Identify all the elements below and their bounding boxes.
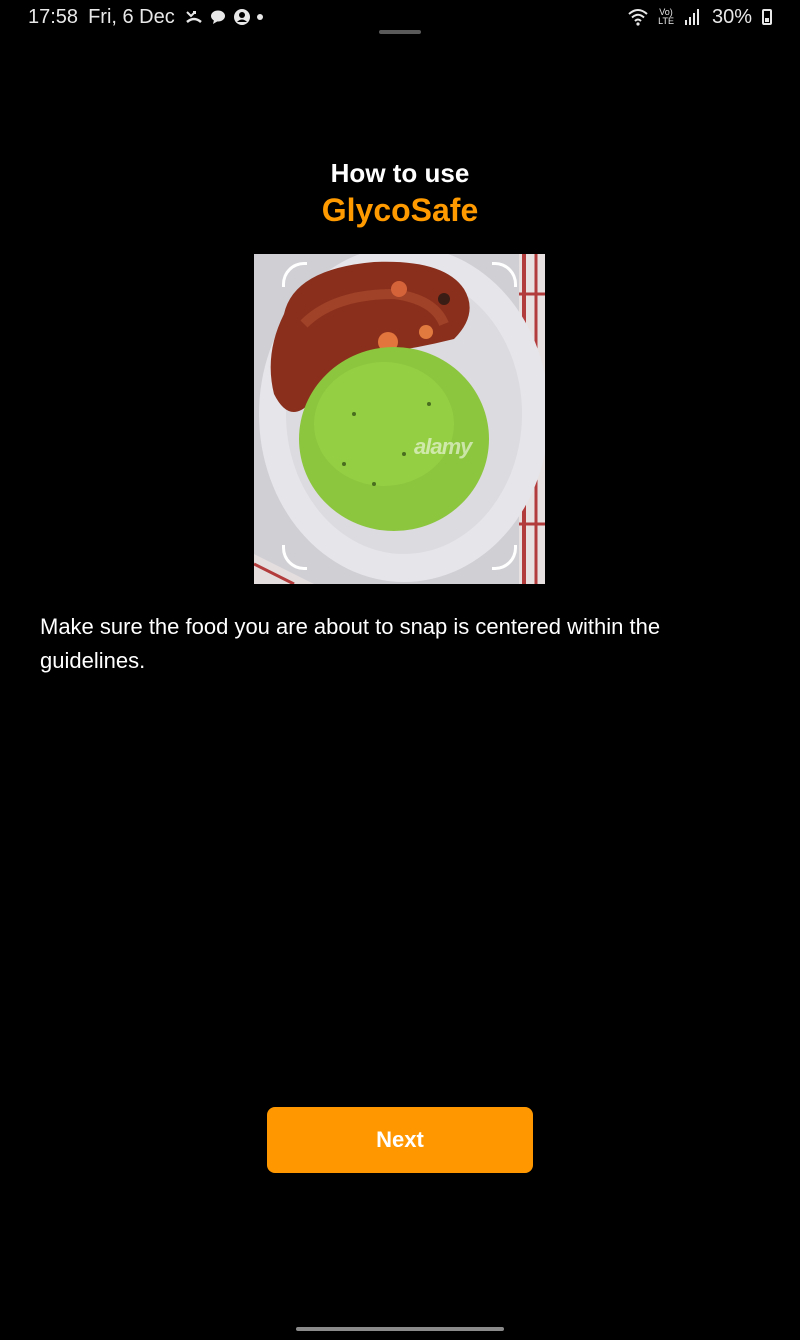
image-watermark: alamy bbox=[414, 434, 472, 459]
lte-indicator: Vo) LTE bbox=[658, 8, 674, 26]
status-date: Fri, 6 Dec bbox=[88, 5, 175, 28]
status-left: 17:58 Fri, 6 Dec bbox=[28, 6, 263, 29]
notification-icons bbox=[185, 8, 263, 26]
instruction-text: Make sure the food you are about to snap… bbox=[40, 614, 661, 673]
battery-icon bbox=[762, 9, 772, 25]
next-button[interactable]: Next bbox=[267, 1107, 533, 1173]
missed-call-icon bbox=[185, 11, 202, 23]
food-example-image: alamy bbox=[254, 254, 545, 584]
wifi-icon bbox=[628, 9, 648, 26]
page-title: How to use GlycoSafe bbox=[0, 156, 800, 230]
status-time: 17:58 bbox=[28, 5, 79, 28]
app-name: GlycoSafe bbox=[321, 192, 479, 228]
account-circle-icon bbox=[233, 9, 250, 25]
battery-percent: 30% bbox=[711, 5, 752, 28]
chat-bubble-icon bbox=[210, 10, 225, 24]
sheet-drag-handle[interactable] bbox=[379, 30, 421, 34]
signal-bars-icon bbox=[684, 9, 699, 25]
home-indicator[interactable] bbox=[296, 1327, 504, 1331]
status-bar: 17:58 Fri, 6 Dec Vo) LTE 30% bbox=[0, 0, 800, 34]
title-how-to-use: How to use bbox=[330, 158, 470, 188]
lte-bottom: LTE bbox=[658, 16, 674, 26]
food-illustration bbox=[254, 254, 545, 584]
notification-dot-icon bbox=[256, 14, 263, 20]
status-right: Vo) LTE 30% bbox=[628, 6, 772, 29]
